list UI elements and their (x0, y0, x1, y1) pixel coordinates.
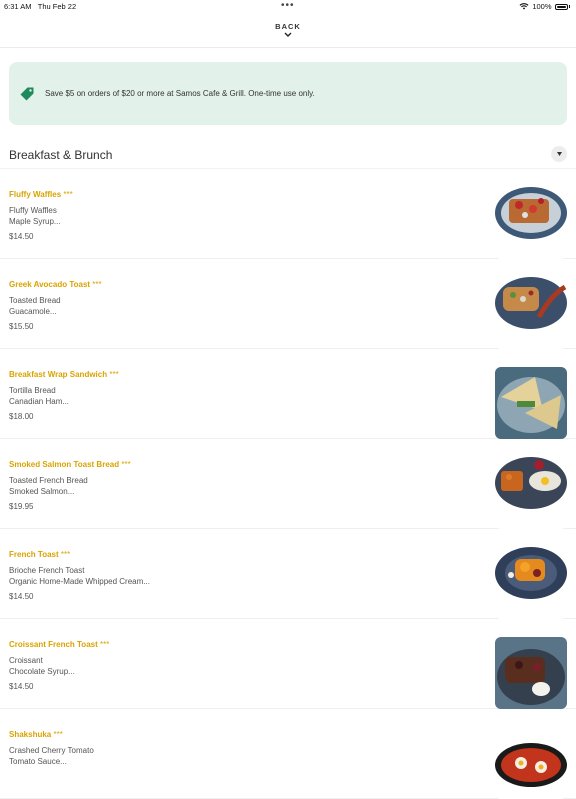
item-desc-2: Maple Syrup... (9, 217, 61, 226)
item-stars: *** (53, 730, 63, 739)
item-price: $14.50 (9, 592, 34, 601)
wifi-icon (519, 3, 529, 10)
item-photo (495, 637, 567, 709)
item-desc-1: Croissant (9, 656, 43, 665)
item-desc-2: Guacamole... (9, 307, 57, 316)
item-name: Fluffy Waffles (9, 190, 62, 199)
item-stars: *** (100, 640, 110, 649)
item-desc-2: Smoked Salmon... (9, 487, 75, 496)
item-stars: *** (109, 370, 119, 379)
item-price: $14.50 (9, 232, 34, 241)
item-desc-1: Toasted French Bread (9, 476, 88, 485)
menu-item[interactable]: Smoked Salmon Toast Bread *** Toasted Fr… (0, 439, 576, 529)
item-desc-2: Tomato Sauce... (9, 757, 67, 766)
status-time: 6:31 AM Thu Feb 22 (4, 2, 77, 11)
status-bar: 6:31 AM Thu Feb 22 ••• 100% (0, 0, 576, 14)
item-name: French Toast (9, 550, 59, 559)
item-photo (495, 367, 567, 439)
item-desc-1: Tortilla Bread (9, 386, 56, 395)
price-tag-icon (20, 87, 34, 100)
item-desc-1: Crashed Cherry Tomato (9, 746, 94, 755)
item-desc-1: Toasted Bread (9, 296, 61, 305)
menu-item[interactable]: Greek Avocado Toast *** Toasted Bread Gu… (0, 259, 576, 349)
back-button[interactable]: BACK (0, 22, 576, 37)
item-stars: *** (63, 190, 73, 199)
item-photo (495, 547, 567, 619)
collapse-section-button[interactable] (551, 146, 567, 162)
item-name: Shakshuka (9, 730, 52, 739)
promo-text: Save $5 on orders of $20 or more at Samo… (45, 89, 315, 98)
menu-item[interactable]: Fluffy Waffles *** Fluffy Waffles Maple … (0, 169, 576, 259)
item-photo (495, 187, 567, 259)
item-desc-1: Fluffy Waffles (9, 206, 57, 215)
item-price: $18.00 (9, 412, 34, 421)
menu-item[interactable]: Croissant French Toast *** Croissant Cho… (0, 619, 576, 709)
item-price: $15.50 (9, 322, 34, 331)
item-stars: *** (121, 460, 131, 469)
battery-icon (554, 3, 568, 10)
chevron-down-icon (284, 32, 292, 37)
item-desc-1: Brioche French Toast (9, 566, 85, 575)
promo-banner[interactable]: Save $5 on orders of $20 or more at Samo… (9, 62, 567, 125)
menu-item[interactable]: French Toast *** Brioche French Toast Or… (0, 529, 576, 619)
item-price: $14.50 (9, 682, 34, 691)
item-stars: *** (60, 550, 71, 559)
item-name: Smoked Salmon Toast Bread (9, 460, 120, 469)
item-photo (495, 727, 567, 799)
status-right: 100% (519, 2, 570, 11)
item-stars: *** (92, 280, 102, 289)
section-title: Breakfast & Brunch (9, 148, 113, 162)
item-name: Breakfast Wrap Sandwich (9, 370, 108, 379)
multitasking-dots-icon[interactable]: ••• (281, 0, 295, 11)
item-desc-2: Organic Home-Made Whipped Cream... (9, 577, 150, 586)
item-name: Croissant French Toast (9, 640, 98, 649)
item-desc-2: Canadian Ham... (9, 397, 70, 406)
item-name: Greek Avocado Toast (9, 280, 91, 289)
battery-percent: 100% (532, 2, 552, 11)
back-label: BACK (275, 22, 301, 31)
item-photo (495, 277, 567, 349)
triangle-down-icon (556, 152, 562, 156)
item-photo (495, 457, 567, 529)
header-divider (0, 47, 576, 48)
item-desc-2: Chocolate Syrup... (9, 667, 75, 676)
menu-item[interactable]: Breakfast Wrap Sandwich *** Tortilla Bre… (0, 349, 576, 439)
menu-item[interactable]: Shakshuka *** Crashed Cherry Tomato Toma… (0, 709, 576, 799)
item-price: $19.95 (9, 502, 34, 511)
section-header: Breakfast & Brunch (9, 146, 567, 164)
